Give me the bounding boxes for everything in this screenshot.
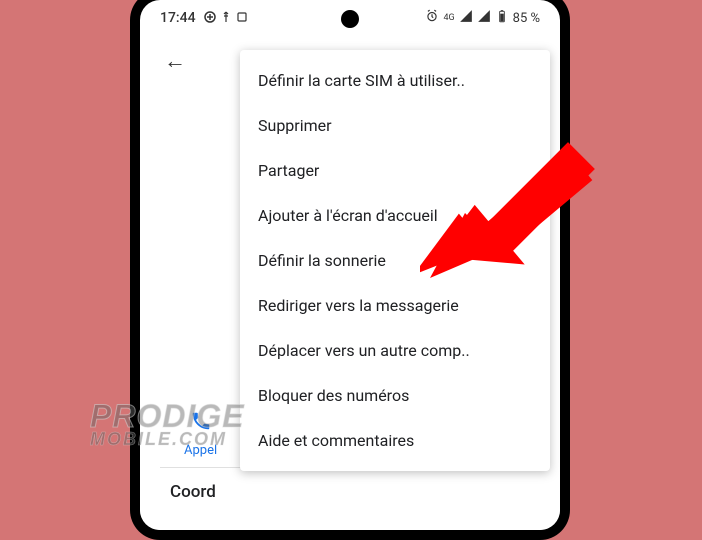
status-left: 17:44 — [160, 10, 248, 26]
network-type-label: 4G — [443, 14, 454, 23]
status-icons-left — [204, 11, 248, 26]
menu-item-delete[interactable]: Supprimer — [240, 103, 550, 148]
menu-item-move-account[interactable]: Déplacer vers un autre comp.. — [240, 328, 550, 373]
signal-icon-2 — [477, 9, 491, 27]
menu-item-help-feedback[interactable]: Aide et commentaires — [240, 418, 550, 463]
coordinates-section-label: Coord — [170, 482, 216, 502]
call-tab-label[interactable]: Appel — [184, 443, 217, 458]
camera-hole — [341, 10, 359, 28]
battery-percent-label: 85 % — [513, 11, 540, 26]
nfc-icon — [236, 11, 248, 26]
menu-item-share[interactable]: Partager — [240, 148, 550, 193]
menu-item-block-numbers[interactable]: Bloquer des numéros — [240, 373, 550, 418]
status-bar: 17:44 4G — [140, 0, 560, 36]
battery-icon — [495, 9, 509, 27]
data-saver-icon — [204, 11, 216, 26]
phone-frame: 17:44 4G — [130, 0, 570, 540]
menu-item-route-voicemail[interactable]: Rediriger vers la messagerie — [240, 283, 550, 328]
alarm-icon — [425, 9, 439, 27]
menu-item-set-ringtone[interactable]: Définir la sonnerie — [240, 238, 550, 283]
overflow-menu: Définir la carte SIM à utiliser.. Suppri… — [240, 50, 550, 471]
status-right: 4G 85 % — [425, 9, 540, 27]
menu-item-set-sim[interactable]: Définir la carte SIM à utiliser.. — [240, 58, 550, 103]
back-button[interactable]: ← — [156, 40, 194, 82]
phone-screen: 17:44 4G — [140, 0, 560, 530]
menu-item-add-homescreen[interactable]: Ajouter à l'écran d'accueil — [240, 193, 550, 238]
phone-icon — [190, 410, 212, 436]
status-time: 17:44 — [160, 10, 196, 26]
signal-icon-1 — [459, 9, 473, 27]
usb-icon — [220, 11, 232, 26]
